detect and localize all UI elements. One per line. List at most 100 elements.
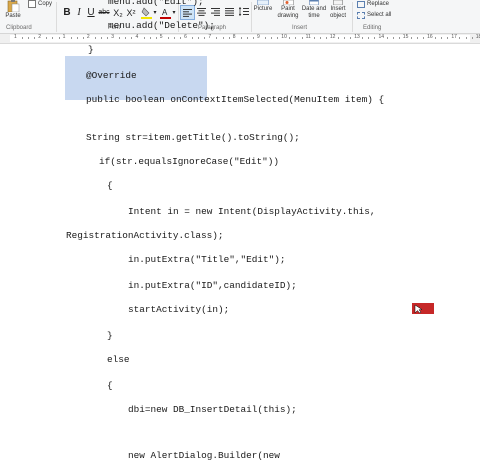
ruler-number: 6 (184, 34, 187, 40)
date-time-button[interactable]: Date and time (301, 5, 327, 21)
ruler-tick (143, 37, 145, 39)
ruler-tick (277, 37, 279, 39)
ruler-tick (216, 37, 218, 39)
align-right-icon (211, 7, 220, 16)
ruler-tick (82, 37, 84, 39)
group-label-editing: Editing (363, 25, 382, 31)
ruler-tick (101, 37, 103, 39)
ruler-tick (265, 37, 267, 39)
horizontal-ruler[interactable]: 1 2 1 2 3 4 5 6 7 8 9 10 11 12 13 14 15 16 17 18 (0, 34, 480, 44)
ribbon-toolbar: Paste Copy Clipboard B I U abc X₂ X² ▾ A… (0, 0, 480, 34)
ribbon-separator (352, 2, 353, 32)
ruler-number: 11 (305, 34, 311, 40)
subscript-button[interactable]: X₂ (112, 7, 124, 18)
italic-button[interactable]: I (74, 7, 84, 18)
text-line: @Override (86, 70, 137, 81)
copy-button[interactable]: Copy (28, 0, 56, 8)
ruler-tick (22, 37, 24, 39)
ruler-number: 2 (38, 34, 42, 40)
ruler-number: 17 (451, 34, 457, 40)
ruler-tick (107, 37, 109, 39)
ruler-tick (119, 37, 121, 39)
line-spacing-button[interactable] (237, 5, 250, 18)
text-line: { (107, 380, 113, 391)
ribbon-separator (56, 2, 57, 32)
justify-icon (225, 7, 234, 16)
ruler-number: 8 (232, 34, 236, 40)
group-label-clipboard: Clipboard (6, 25, 32, 31)
ruler-tick (198, 37, 200, 39)
ruler-tick (441, 37, 443, 39)
ruler-tick (246, 37, 248, 39)
ruler-tick (192, 37, 194, 39)
paint-drawing-button[interactable]: Paint drawing (275, 5, 301, 21)
ruler-tick (447, 37, 449, 39)
mouse-cursor-icon (412, 303, 434, 314)
ruler-tick (459, 37, 461, 39)
ruler-tick (52, 37, 54, 39)
ruler-tick (398, 37, 400, 39)
ruler-tick (228, 37, 230, 39)
replace-button[interactable]: Replace (357, 0, 397, 8)
strikethrough-button[interactable]: abc (97, 7, 111, 18)
ruler-tick (271, 37, 273, 39)
replace-icon (357, 0, 365, 8)
ruler-number: 10 (281, 34, 287, 40)
justify-button[interactable] (223, 5, 236, 18)
ruler-tick (325, 37, 327, 39)
select-all-icon (357, 11, 365, 19)
ruler-tick (222, 37, 224, 39)
ruler-tick (416, 37, 418, 39)
ruler-number: 14 (378, 34, 385, 40)
ruler-tick (46, 37, 48, 39)
ruler-tick (173, 37, 175, 39)
ruler-tick (301, 37, 303, 39)
ruler-tick (319, 37, 321, 39)
ruler-tick (131, 37, 133, 39)
ruler-tick (155, 37, 157, 39)
document-area[interactable]: menu.add("Edit"); menu.add("Delete");} @Ov… (0, 0, 480, 461)
ruler-tick (471, 37, 473, 39)
ruler-number: 18 (475, 34, 480, 40)
insert-object-button[interactable]: Insert object (326, 5, 350, 21)
ruler-number: 12 (329, 34, 336, 40)
ruler-number: 3 (111, 34, 114, 40)
picture-button[interactable]: Picture (251, 5, 275, 13)
ruler-tick (204, 37, 206, 39)
align-right-button[interactable] (209, 5, 222, 18)
ruler-tick (28, 37, 30, 39)
ruler-tick (337, 37, 339, 39)
ruler-tick (368, 37, 370, 39)
select-all-button[interactable]: Select all (357, 11, 397, 19)
align-center-icon (197, 7, 206, 16)
ruler-tick (295, 37, 297, 39)
group-label-insert: Insert (292, 25, 308, 31)
ruler-number: 9 (257, 34, 260, 40)
line-spacing-icon (238, 7, 249, 16)
ruler-tick (76, 37, 78, 39)
superscript-button[interactable]: X² (125, 7, 137, 18)
text-line: public boolean onContextItemSelected(Men… (86, 94, 385, 105)
ruler-tick (180, 37, 182, 39)
text-line: if(str.equalsIgnoreCase("Edit")) (99, 156, 280, 167)
ruler-number: 5 (159, 34, 163, 40)
ruler-tick (362, 37, 364, 39)
ruler-tick (435, 37, 437, 39)
ruler-number: 1 (14, 34, 17, 40)
ruler-number: 2 (86, 34, 90, 40)
paste-icon[interactable] (4, 0, 22, 12)
text-line: new AlertDialog.Builder(new (128, 450, 280, 461)
ruler-tick (240, 37, 242, 39)
select-all-label: Select all (367, 12, 392, 18)
paste-button[interactable]: Paste (2, 12, 24, 20)
align-left-icon (183, 8, 192, 17)
ruler-tick (465, 37, 467, 39)
bold-button[interactable]: B (62, 7, 72, 18)
ruler-number: 7 (208, 34, 212, 40)
svg-text:A: A (162, 8, 168, 17)
text-line: { (107, 180, 113, 191)
ruler-number: 13 (354, 34, 360, 40)
ruler-tick (344, 37, 346, 39)
text-line: in.putExtra("Title","Edit"); (128, 254, 286, 265)
underline-button[interactable]: U (86, 7, 96, 18)
